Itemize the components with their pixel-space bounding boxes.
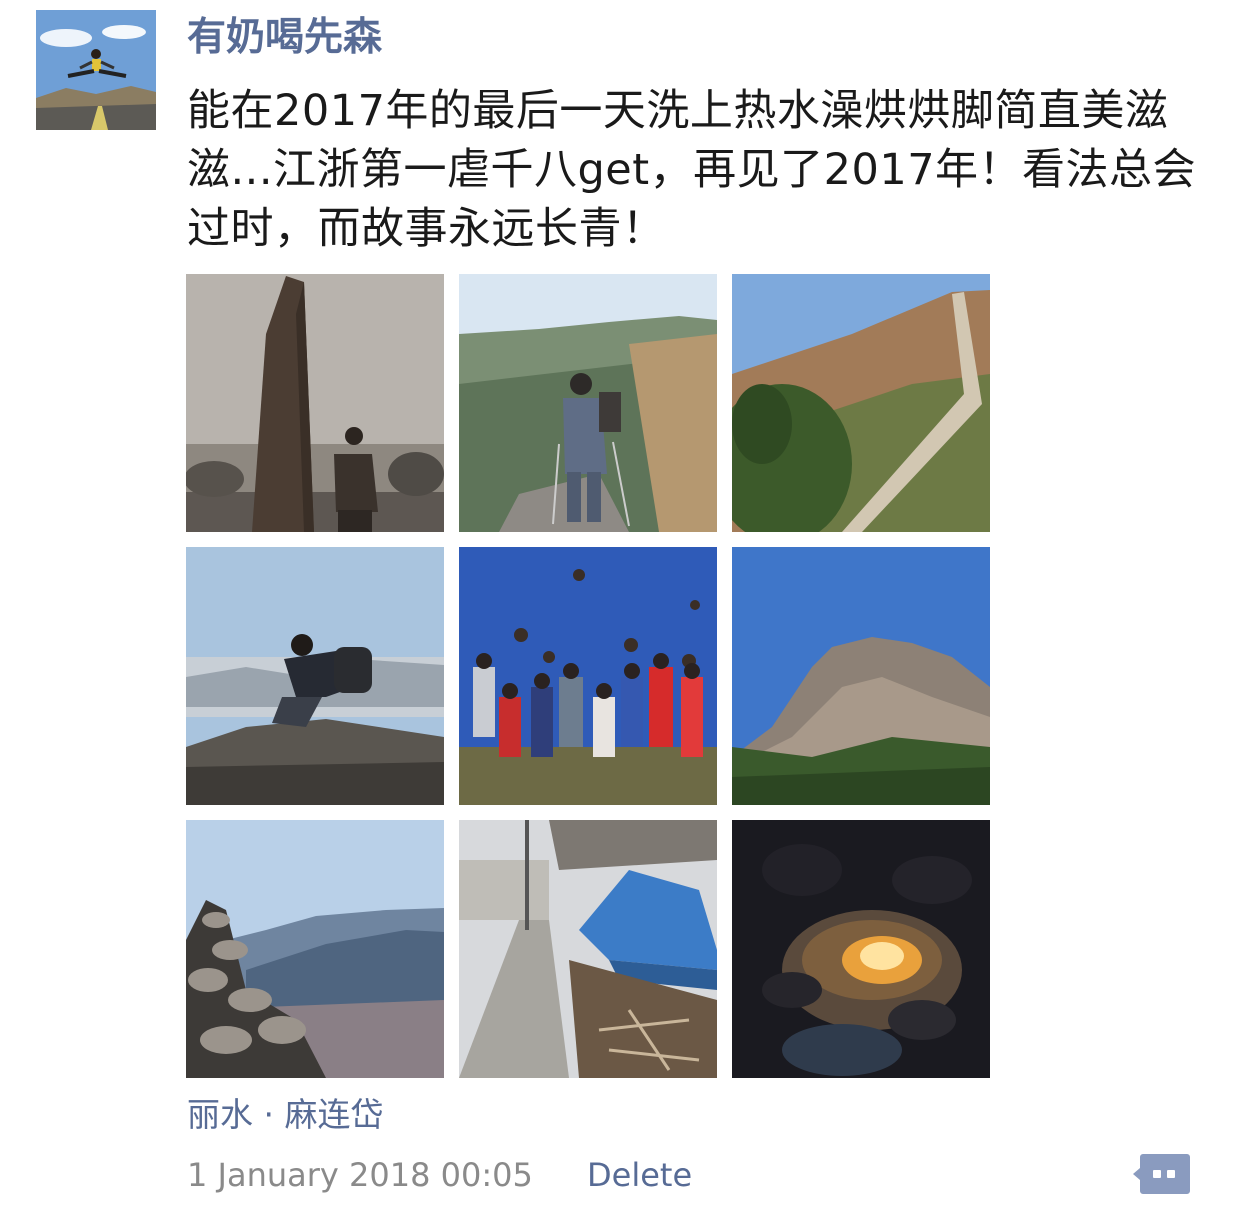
hiker-on-trail-photo bbox=[459, 274, 717, 532]
monument-photo bbox=[186, 274, 444, 532]
photo-6[interactable] bbox=[732, 547, 990, 805]
photo-8[interactable] bbox=[459, 820, 717, 1078]
hiker-resting-photo bbox=[186, 547, 444, 805]
mountain-ridge-photo bbox=[732, 274, 990, 532]
photo-grid bbox=[186, 274, 990, 1078]
photo-1[interactable] bbox=[186, 274, 444, 532]
village-tent-photo bbox=[459, 820, 717, 1078]
delete-button[interactable]: Delete bbox=[587, 1152, 692, 1198]
rocky-peak-photo bbox=[732, 547, 990, 805]
photo-4[interactable] bbox=[186, 547, 444, 805]
photo-5[interactable] bbox=[459, 547, 717, 805]
photo-2[interactable] bbox=[459, 274, 717, 532]
location-link[interactable]: 丽水 · 麻连岱 bbox=[187, 1092, 383, 1138]
avatar-image bbox=[36, 10, 156, 130]
post-timestamp: 1 January 2018 00:05 bbox=[187, 1156, 533, 1194]
avatar[interactable] bbox=[36, 10, 156, 130]
photo-7[interactable] bbox=[186, 820, 444, 1078]
stone-cairn-photo bbox=[186, 820, 444, 1078]
photo-3[interactable] bbox=[732, 274, 990, 532]
campfire-photo bbox=[732, 820, 990, 1078]
post-text: 能在2017年的最后一天洗上热水澡烘烘脚简直美滋滋...江浙第一虐千八get，再… bbox=[187, 86, 1197, 254]
comment-button[interactable] bbox=[1131, 1150, 1193, 1198]
photo-9[interactable] bbox=[732, 820, 990, 1078]
username[interactable]: 有奶喝先森 bbox=[187, 12, 382, 64]
comment-icon bbox=[1133, 1154, 1190, 1194]
group-jump-photo bbox=[459, 547, 717, 805]
